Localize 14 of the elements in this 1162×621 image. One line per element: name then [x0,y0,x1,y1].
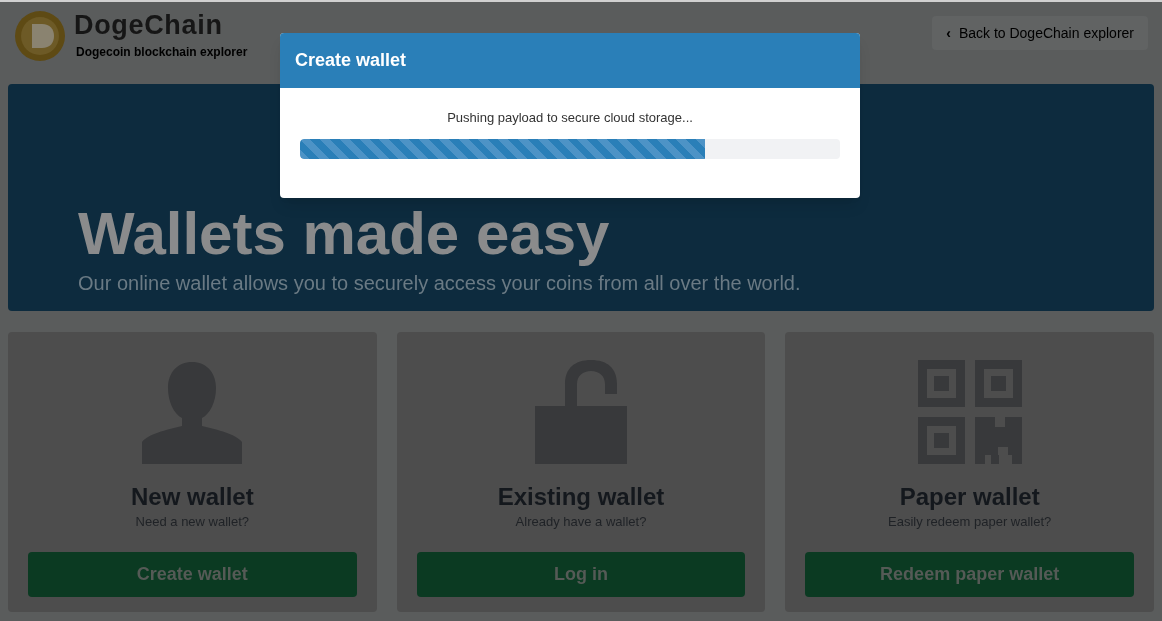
card-title: Paper wallet [899,482,1040,512]
card-action-button[interactable]: Log in [416,551,746,597]
back-button[interactable]: ‹ Back to DogeChain explorer [932,16,1148,50]
hero-subtitle: Our online wallet allows you to securely access your coins from all over the world. [78,271,802,296]
card-action-button[interactable]: Create wallet [28,551,357,597]
tagline: Dogecoin blockchain explorer [76,43,248,61]
card-title: New wallet [130,482,254,512]
card-action-button[interactable]: Redeem paper wallet [805,551,1134,597]
progress-message: Pushing payload to secure cloud storage... [447,109,693,127]
logo-text: DogeChain [74,11,224,39]
hero-title: Wallets made easy [78,204,611,264]
modal-title: Create wallet [295,49,407,72]
card-title: Existing wallet [497,482,665,512]
coin-logo-icon [14,10,66,62]
